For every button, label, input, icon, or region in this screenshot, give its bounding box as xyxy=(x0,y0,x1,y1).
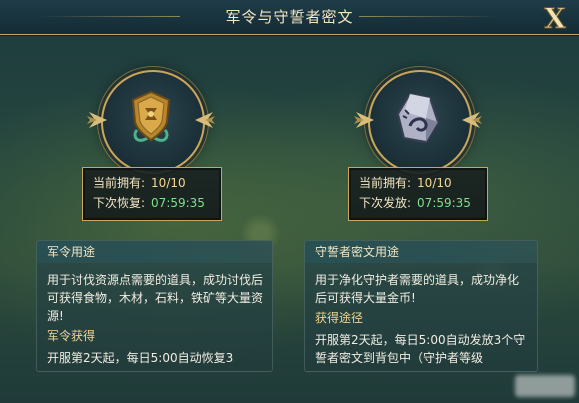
close-icon: X xyxy=(544,2,567,34)
current-owned-label: 当前拥有: xyxy=(93,176,146,190)
panel-header: 守誓者密文用途 xyxy=(315,245,400,259)
wing-ornament-icon xyxy=(354,112,374,128)
wing-ornament-icon xyxy=(462,112,482,128)
cipher-info-panel: 守誓者密文用途 用于净化守护者需要的道具，成功净化后可获得大量金币! 获得途径 … xyxy=(304,240,538,372)
page-title: 军令与守誓者密文 xyxy=(225,8,354,26)
panel-subtext: 开服第2天起，每日5:00自动恢复3 xyxy=(47,351,234,365)
svg-text:X: X xyxy=(544,2,566,34)
close-button[interactable]: X xyxy=(537,2,573,34)
current-owned-value: 10/10 xyxy=(417,176,452,190)
army-order-info-panel: 军令用途 用于讨伐资源点需要的道具，成功讨伐后可获得食物，木材，石料，铁矿等大量… xyxy=(36,240,273,372)
panel-description: 用于讨伐资源点需要的道具，成功讨伐后可获得食物，木材，石料，铁矿等大量资源! xyxy=(47,273,264,323)
panel-subheader: 获得途径 xyxy=(315,311,364,325)
army-order-status-box: 当前拥有: 10/10 下次恢复: 07:59:35 xyxy=(82,167,222,221)
current-owned-value: 10/10 xyxy=(151,176,186,190)
cipher-status-box: 当前拥有: 10/10 下次发放: 07:59:35 xyxy=(348,167,488,221)
wing-ornament-icon xyxy=(195,112,215,128)
panel-header: 军令用途 xyxy=(47,245,96,259)
next-recover-timer: 07:59:35 xyxy=(151,196,205,210)
next-issue-timer: 07:59:35 xyxy=(417,196,471,210)
bronze-shield-token-icon xyxy=(131,90,171,142)
wing-ornament-icon xyxy=(87,112,107,128)
watermark xyxy=(515,375,575,397)
next-recover-label: 下次恢复: xyxy=(93,196,146,210)
current-owned-label: 当前拥有: xyxy=(359,176,412,190)
panel-subtext: 开服第2天起，每日5:00自动发放3个守誓者密文到背包中（守护者等级 xyxy=(315,333,526,365)
next-issue-label: 下次发放: xyxy=(359,196,412,210)
panel-subheader: 军令获得 xyxy=(47,329,96,343)
panel-description: 用于净化守护者需要的道具，成功净化后可获得大量金币! xyxy=(315,273,520,305)
runestone-cipher-icon xyxy=(396,92,440,144)
